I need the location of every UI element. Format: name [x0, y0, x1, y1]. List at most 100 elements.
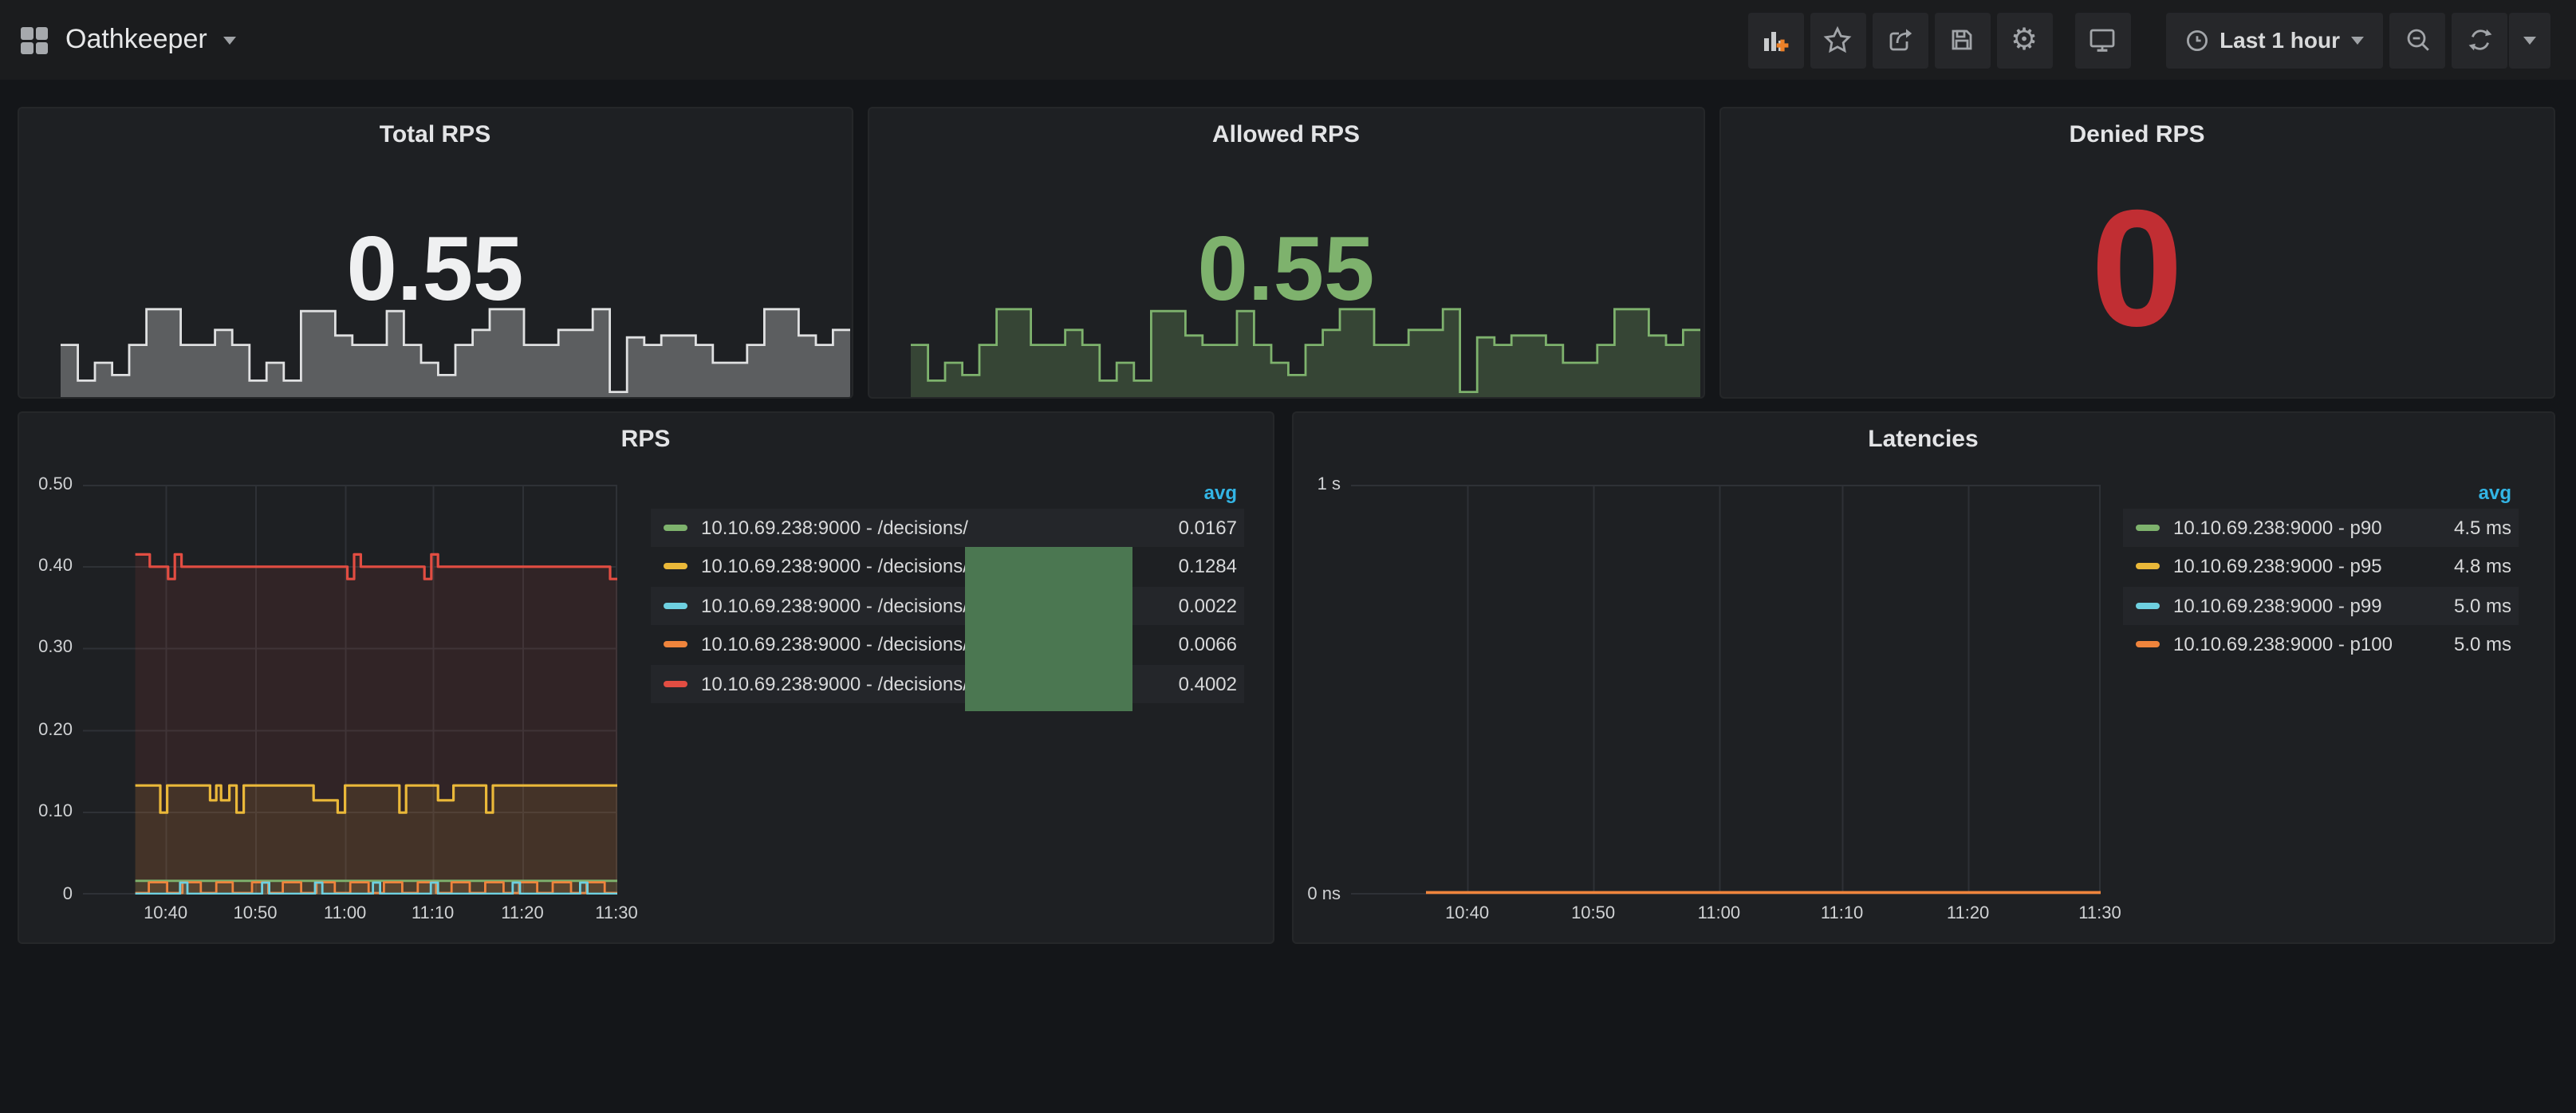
rps-chart-plot[interactable]	[82, 484, 616, 894]
panel-title-latencies[interactable]: Latencies	[1293, 425, 2554, 452]
clock-icon	[2184, 28, 2208, 52]
legend-overlay-rectangle	[964, 546, 1132, 710]
y-axis-tick: 1 s	[1296, 474, 1341, 494]
legend-avg-header: avg	[2122, 476, 2518, 508]
x-axis-tick: 11:00	[305, 903, 385, 922]
total-rps-value: 0.55	[18, 225, 852, 316]
y-axis-tick: 0.10	[22, 802, 73, 821]
y-axis-tick: 0 ns	[1296, 884, 1341, 903]
y-axis-tick: 0.20	[22, 720, 73, 739]
series-color-swatch	[663, 603, 687, 609]
y-axis-tick: 0.30	[22, 639, 73, 658]
refresh-interval-button[interactable]	[2509, 12, 2550, 68]
x-axis-tick: 11:00	[1679, 903, 1759, 922]
rps-legend: avg10.10.69.238:9000 - /decisions/0.0167…	[650, 476, 1243, 703]
series-avg-value: 0.0022	[1179, 595, 1237, 617]
gear-icon: ⚙	[2011, 25, 2038, 55]
series-color-swatch	[663, 564, 687, 570]
legend-row[interactable]: 10.10.69.238:9000 - /decisions/0.1284	[650, 547, 1243, 586]
series-name: 10.10.69.238:9000 - /decisions/	[701, 517, 1179, 539]
y-axis-tick: 0.40	[22, 556, 73, 576]
series-name: 10.10.69.238:9000 - p95	[2173, 556, 2454, 578]
legend-row[interactable]: 10.10.69.238:9000 - /decisions/0.0022	[650, 586, 1243, 625]
legend-avg-header: avg	[650, 476, 1243, 508]
cycle-view-mode-button[interactable]	[2074, 12, 2130, 68]
share-button[interactable]	[1872, 12, 1928, 68]
x-axis-tick: 10:50	[1554, 903, 1633, 922]
legend-row[interactable]: 10.10.69.238:9000 - /decisions/0.0066	[650, 625, 1243, 664]
x-axis-tick: 10:40	[1428, 903, 1507, 922]
panel-total-rps: Total RPS 0.55	[17, 107, 853, 399]
dashboard-root: Oathkeeper	[0, 0, 2576, 1113]
refresh-button[interactable]	[2452, 12, 2507, 68]
series-color-swatch	[2135, 564, 2159, 570]
zoom-out-button[interactable]	[2389, 12, 2445, 68]
latencies-legend: avg10.10.69.238:9000 - p904.5 ms10.10.69…	[2122, 476, 2518, 664]
chevron-down-icon	[223, 36, 236, 44]
panel-title-allowed-rps[interactable]: Allowed RPS	[869, 121, 1703, 148]
series-avg-value: 0.0167	[1179, 517, 1237, 539]
monitor-icon	[2088, 26, 2117, 54]
latencies-chart-plot[interactable]	[1350, 484, 2100, 894]
panel-allowed-rps: Allowed RPS 0.55	[868, 107, 1704, 399]
series-avg-value: 4.5 ms	[2454, 517, 2511, 539]
bar-chart-plus-icon	[1761, 26, 1790, 54]
x-axis-tick: 11:30	[577, 903, 656, 922]
panel-denied-rps: Denied RPS 0	[1719, 107, 2555, 399]
x-axis-tick: 11:10	[393, 903, 473, 922]
series-name: 10.10.69.238:9000 - p90	[2173, 517, 2454, 539]
panel-title-denied-rps[interactable]: Denied RPS	[1720, 121, 2554, 148]
x-axis-tick: 11:10	[1802, 903, 1882, 922]
legend-row[interactable]: 10.10.69.238:9000 - p904.5 ms	[2122, 508, 2518, 547]
refresh-icon	[2465, 26, 2494, 54]
save-icon	[1948, 26, 1976, 54]
denied-rps-value: 0	[1720, 187, 2554, 352]
time-caret-down-icon	[2351, 36, 2364, 44]
legend-row[interactable]: 10.10.69.238:9000 - /decisions/0.4002	[650, 664, 1243, 703]
x-axis-tick: 11:20	[1928, 903, 2008, 922]
series-avg-value: 0.1284	[1179, 556, 1237, 578]
y-axis-tick: 0.50	[22, 474, 73, 494]
page-title: Oathkeeper	[65, 24, 207, 56]
save-button[interactable]	[1934, 12, 1990, 68]
x-axis-tick: 10:40	[126, 903, 206, 922]
x-axis-tick: 11:30	[2060, 903, 2140, 922]
series-avg-value: 5.0 ms	[2454, 634, 2511, 656]
time-range-picker[interactable]: Last 1 hour	[2165, 12, 2383, 68]
magnifier-minus-icon	[2403, 26, 2432, 54]
series-avg-value: 0.4002	[1179, 673, 1237, 695]
panel-title-total-rps[interactable]: Total RPS	[18, 121, 852, 148]
share-icon	[1885, 26, 1914, 54]
y-axis-tick: 0	[22, 884, 73, 903]
panel-latencies-chart: Latencies 1 s 0 ns 10:40 10:50 11:00 11:10 11:…	[1291, 411, 2555, 944]
series-color-swatch	[663, 642, 687, 648]
series-avg-value: 0.0066	[1179, 634, 1237, 656]
series-color-swatch	[2135, 603, 2159, 609]
legend-row[interactable]: 10.10.69.238:9000 - p995.0 ms	[2122, 586, 2518, 625]
series-avg-value: 5.0 ms	[2454, 595, 2511, 617]
series-color-swatch	[663, 681, 687, 687]
dashboard-grid-icon	[19, 25, 49, 55]
series-name: 10.10.69.238:9000 - p100	[2173, 634, 2454, 656]
legend-row[interactable]: 10.10.69.238:9000 - p1005.0 ms	[2122, 625, 2518, 664]
legend-row[interactable]: 10.10.69.238:9000 - p954.8 ms	[2122, 547, 2518, 586]
favorite-button[interactable]	[1810, 12, 1865, 68]
series-color-swatch	[663, 525, 687, 531]
series-color-swatch	[2135, 525, 2159, 531]
navbar: Oathkeeper	[0, 0, 2576, 80]
add-panel-button[interactable]	[1747, 12, 1803, 68]
x-axis-tick: 10:50	[215, 903, 295, 922]
time-range-label: Last 1 hour	[2220, 27, 2340, 53]
star-icon	[1823, 26, 1852, 54]
dashboard-title-button[interactable]: Oathkeeper	[19, 24, 236, 56]
series-color-swatch	[2135, 642, 2159, 648]
settings-button[interactable]: ⚙	[1996, 12, 2052, 68]
allowed-rps-value: 0.55	[869, 225, 1703, 316]
panel-title-rps[interactable]: RPS	[18, 425, 1273, 452]
x-axis-tick: 11:20	[483, 903, 562, 922]
refresh-caret-down-icon	[2523, 36, 2536, 44]
series-avg-value: 4.8 ms	[2454, 556, 2511, 578]
series-name: 10.10.69.238:9000 - p99	[2173, 595, 2454, 617]
panel-rps-chart: RPS 0.50 0.40 0.30 0.20 0.10 0 10:40 10:50 11:00…	[17, 411, 1274, 944]
legend-row[interactable]: 10.10.69.238:9000 - /decisions/0.0167	[650, 508, 1243, 547]
